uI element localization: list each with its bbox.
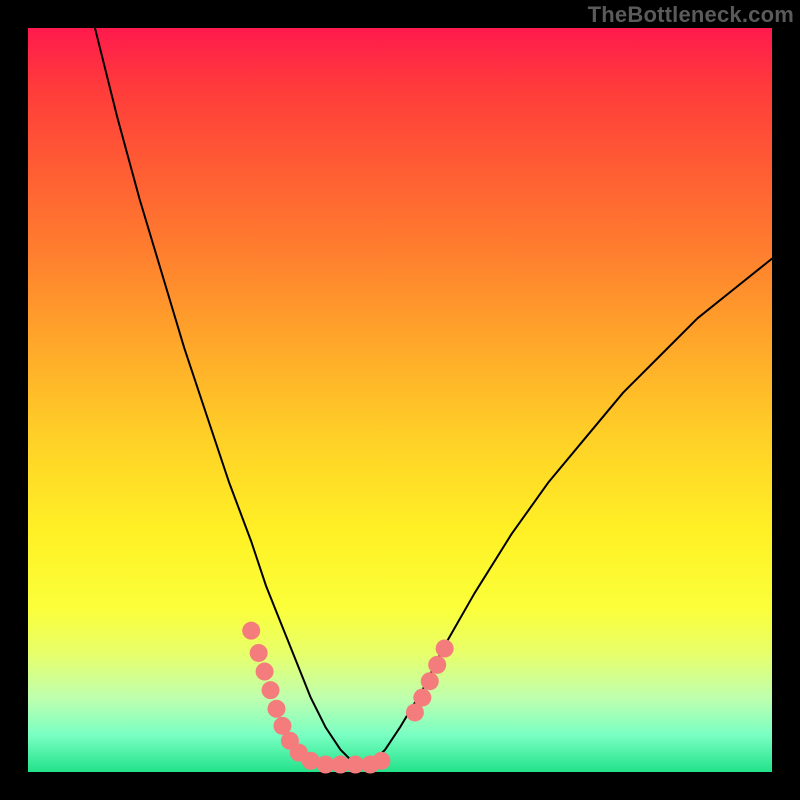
marker-right-cluster	[436, 640, 454, 658]
watermark-text: TheBottleneck.com	[588, 2, 794, 28]
series-bottleneck-curve	[95, 28, 772, 765]
gradient-plot-area	[28, 28, 772, 772]
marker-left-cluster	[268, 700, 286, 718]
marker-right-cluster	[428, 656, 446, 674]
marker-right-cluster	[413, 689, 431, 707]
marker-left-cluster	[250, 644, 268, 662]
marker-right-cluster	[421, 672, 439, 690]
curve-layer	[95, 28, 772, 765]
marker-left-cluster	[242, 622, 260, 640]
chart-frame: TheBottleneck.com	[0, 0, 800, 800]
marker-left-cluster	[372, 752, 390, 770]
marker-layer	[242, 622, 453, 774]
marker-left-cluster	[256, 663, 274, 681]
bottleneck-chart-svg	[28, 28, 772, 772]
marker-left-cluster	[262, 681, 280, 699]
